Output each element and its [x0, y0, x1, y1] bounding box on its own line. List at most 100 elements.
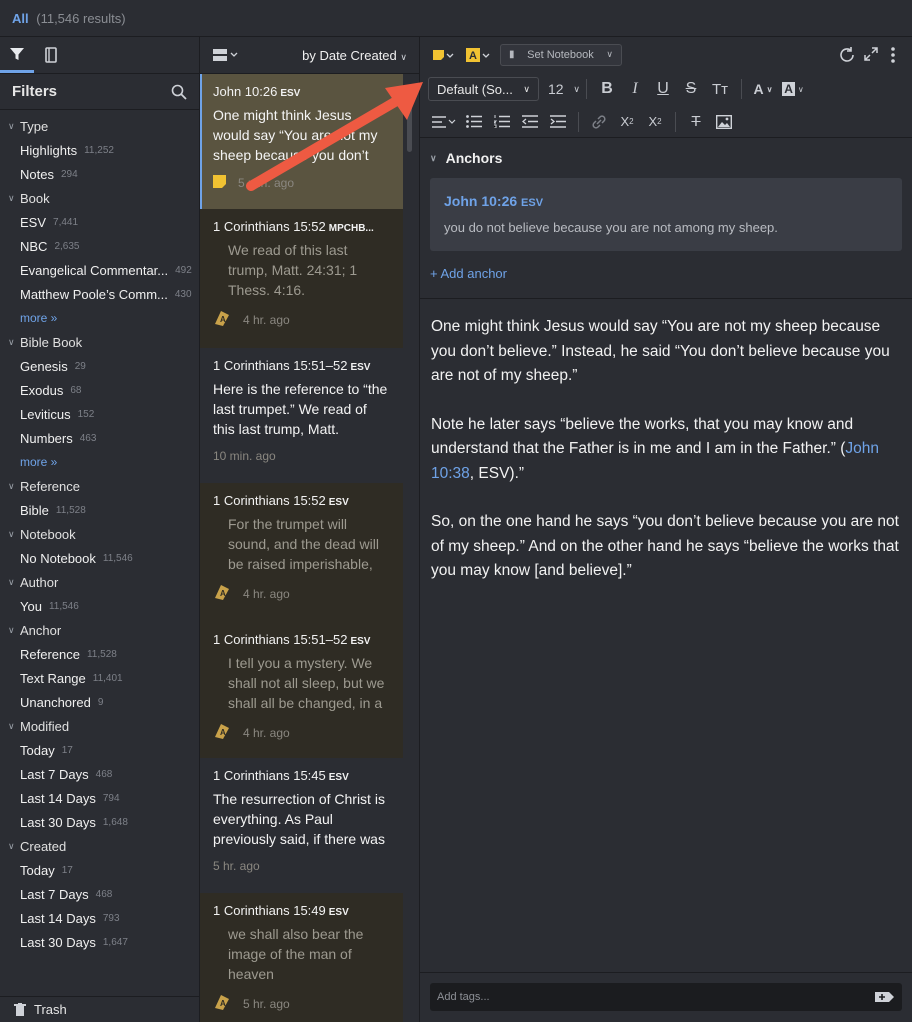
filter-item[interactable]: Evangelical Commentar... 492	[0, 258, 199, 282]
expand-button[interactable]	[864, 47, 878, 61]
filter-item[interactable]: Exodus 68	[0, 378, 199, 402]
filter-item-count: 1,647	[102, 936, 128, 948]
highlight-color-icon[interactable]: A ∨	[778, 82, 808, 96]
filter-group-header[interactable]: ∨ Anchor	[0, 618, 199, 642]
highlight-icon: A	[213, 310, 231, 329]
trash-button[interactable]: Trash	[0, 996, 199, 1022]
filter-item[interactable]: Text Range 11,401	[0, 666, 199, 690]
filter-item[interactable]: Last 14 Days 794	[0, 786, 199, 810]
numbered-list-icon[interactable]	[488, 115, 516, 128]
filter-item[interactable]: Numbers 463	[0, 426, 199, 450]
align-icon[interactable]	[430, 115, 460, 128]
font-size-select[interactable]: 12 ∨	[548, 81, 580, 97]
anchor-version: ESV	[521, 197, 544, 209]
filter-item-count: 794	[102, 792, 120, 804]
filter-item[interactable]: NBC 2,635	[0, 234, 199, 258]
filter-item[interactable]: Notes 294	[0, 162, 199, 186]
filter-item[interactable]: No Notebook 11,546	[0, 546, 199, 570]
list-toolbar: by Date Created ∨	[200, 37, 419, 74]
filter-group-header[interactable]: ∨ Author	[0, 570, 199, 594]
outdent-icon[interactable]	[516, 115, 544, 128]
subscript-icon[interactable]: X2	[613, 114, 641, 129]
insert-image-icon[interactable]	[710, 114, 738, 129]
filter-item[interactable]: Last 30 Days 1,647	[0, 930, 199, 954]
filter-item[interactable]: Today 17	[0, 738, 199, 762]
svg-text:A: A	[220, 315, 226, 324]
filter-item[interactable]: ESV 7,441	[0, 210, 199, 234]
more-menu-button[interactable]	[890, 46, 896, 64]
filter-item[interactable]: Last 7 Days 468	[0, 762, 199, 786]
superscript-icon[interactable]: X2	[641, 114, 669, 129]
more-link[interactable]: more »	[0, 450, 199, 474]
filter-group-header[interactable]: ∨ Created	[0, 834, 199, 858]
filter-group-header[interactable]: ∨ Type	[0, 114, 199, 138]
strikethrough-icon[interactable]: S	[677, 80, 705, 98]
filter-tab[interactable]	[0, 37, 34, 73]
anchor-reference[interactable]: John 10:26 ESV	[444, 193, 888, 209]
note-list-item[interactable]: 1 Corinthians 15:51–52 ESV Here is the ref…	[200, 348, 403, 483]
sort-dropdown[interactable]: by Date Created ∨	[302, 48, 407, 63]
svg-text:A: A	[469, 50, 477, 62]
note-timestamp: 10 min. ago	[213, 449, 276, 463]
notebook-select[interactable]: ▮ Set Notebook ∨	[500, 43, 622, 66]
filter-item-label: Exodus	[20, 382, 64, 398]
note-list-item[interactable]: 1 Corinthians 15:49 ESV we shall also bear…	[200, 893, 403, 1022]
note-body[interactable]: One might think Jesus would say “You are…	[420, 298, 912, 584]
filter-group-header[interactable]: ∨ Modified	[0, 714, 199, 738]
note-list-item[interactable]: 1 Corinthians 15:51–52 ESV I tell you a my…	[200, 622, 403, 758]
filter-group-header[interactable]: ∨ Book	[0, 186, 199, 210]
filter-item[interactable]: Genesis 29	[0, 354, 199, 378]
note-list-item[interactable]: John 10:26 ESV One might think Jesus would…	[200, 74, 403, 209]
note-list-item[interactable]: 1 Corinthians 15:45 ESV The resurrection o…	[200, 758, 403, 893]
note-meta: 10 min. ago	[213, 449, 390, 463]
filter-group-header[interactable]: ∨ Reference	[0, 474, 199, 498]
clear-format-icon[interactable]: T	[682, 113, 710, 130]
note-list-item[interactable]: 1 Corinthians 15:52 ESV For the trumpet wi…	[200, 483, 403, 622]
search-icon[interactable]	[171, 84, 187, 100]
filter-item[interactable]: You 11,546	[0, 594, 199, 618]
anchor-card[interactable]: John 10:26 ESV you do not believe becaus…	[430, 178, 902, 251]
highlight-style-button[interactable]: A	[466, 47, 492, 62]
italic-icon[interactable]: I	[621, 80, 649, 98]
filter-item-label: NBC	[20, 238, 48, 254]
font-color-icon[interactable]: A ∨	[748, 81, 778, 97]
all-filter-link[interactable]: All	[12, 11, 29, 26]
notes-list: John 10:26 ESV One might think Jesus would…	[200, 74, 419, 1022]
note-style-button[interactable]	[432, 48, 456, 62]
filter-item[interactable]: Matthew Poole’s Comm... 430	[0, 282, 199, 306]
notebook-tab[interactable]	[34, 37, 68, 73]
bulleted-list-icon[interactable]	[460, 115, 488, 128]
chevron-down-icon: ∨	[8, 480, 15, 491]
filter-group-header[interactable]: ∨ Notebook	[0, 522, 199, 546]
notes-scrollbar[interactable]	[407, 100, 412, 152]
chevron-down-icon: ∨	[606, 49, 613, 59]
filter-item[interactable]: Last 14 Days 793	[0, 906, 199, 930]
view-mode-button[interactable]	[213, 48, 239, 62]
add-anchor-link[interactable]: + Add anchor	[430, 266, 902, 286]
filter-item[interactable]: Reference 11,528	[0, 642, 199, 666]
link-icon[interactable]	[585, 114, 613, 130]
add-tag-icon[interactable]	[875, 990, 895, 1004]
indent-icon[interactable]	[544, 115, 572, 128]
bold-icon[interactable]: B	[593, 80, 621, 98]
font-family-select[interactable]: Default (So... ∨	[428, 77, 539, 101]
note-version: ESV	[328, 772, 349, 783]
tags-input[interactable]: Add tags...	[430, 983, 902, 1011]
filter-item[interactable]: Last 30 Days 1,648	[0, 810, 199, 834]
filter-item[interactable]: Today 17	[0, 858, 199, 882]
filter-group-label: Created	[20, 838, 67, 854]
sync-button[interactable]	[838, 46, 856, 64]
filter-item[interactable]: Unanchored 9	[0, 690, 199, 714]
filter-item[interactable]: Highlights 11,252	[0, 138, 199, 162]
note-list-item[interactable]: 1 Corinthians 15:52 MPCHB... We read of th…	[200, 209, 403, 348]
text-case-icon[interactable]: Tт	[705, 81, 735, 98]
chevron-down-icon: ∨	[8, 720, 15, 731]
filter-item-count: 11,528	[55, 504, 86, 516]
underline-icon[interactable]: U	[649, 80, 677, 98]
filter-item[interactable]: Bible 11,528	[0, 498, 199, 522]
more-link[interactable]: more »	[0, 306, 199, 330]
filter-group-header[interactable]: ∨ Bible Book	[0, 330, 199, 354]
filter-item[interactable]: Last 7 Days 468	[0, 882, 199, 906]
filter-item[interactable]: Leviticus 152	[0, 402, 199, 426]
anchors-header[interactable]: ∨ Anchors	[430, 138, 902, 178]
